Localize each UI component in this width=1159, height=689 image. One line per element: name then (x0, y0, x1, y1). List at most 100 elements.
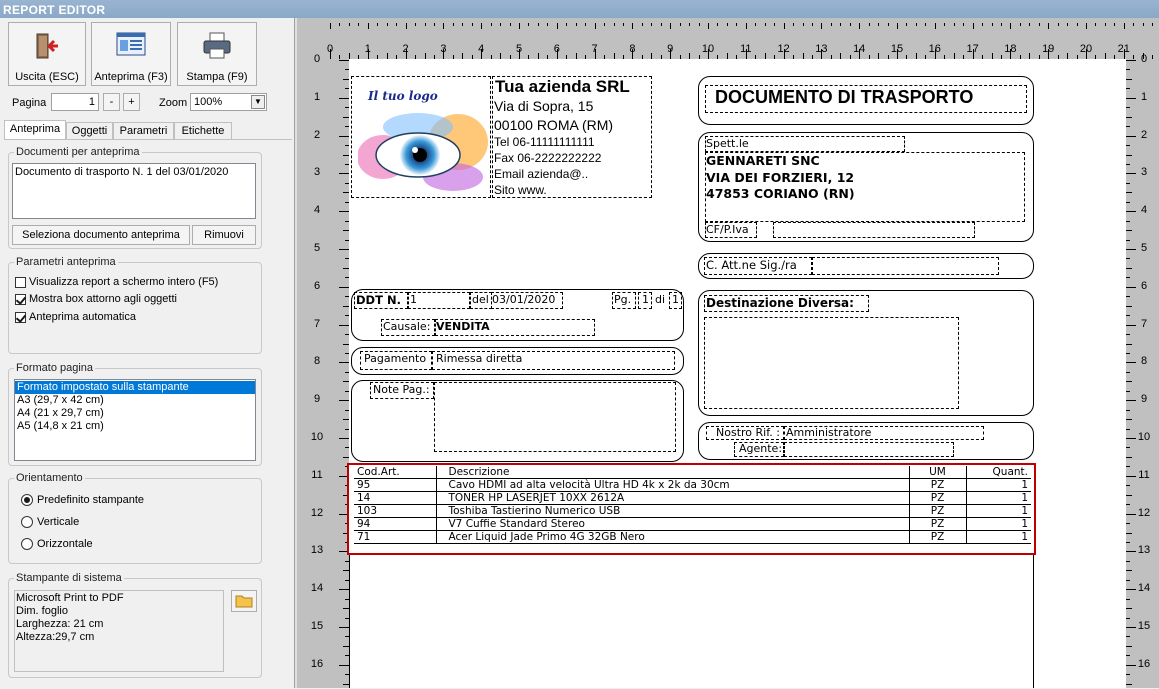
preview-button[interactable]: Anteprima (F3) (91, 22, 171, 86)
ruler-right-label: 14 (1137, 582, 1151, 595)
left-panel: Uscita (ESC) Anteprima (F3) Stampa (F9) … (0, 18, 296, 688)
ruler-tick (343, 78, 349, 80)
remove-button[interactable]: Rimuovi (192, 225, 256, 245)
ruler-tick (462, 53, 464, 59)
tab-parametri[interactable]: Parametri (113, 122, 174, 139)
radio-orizzontale-label: Orizzontale (37, 538, 93, 550)
ruler-tick (1067, 23, 1069, 26)
page-right-border (1033, 555, 1034, 688)
pg-total: 1 (672, 293, 679, 306)
page-minus-button[interactable]: - (103, 93, 120, 111)
tab-anteprima[interactable]: Anteprima (4, 120, 66, 140)
ruler-tick (717, 23, 719, 26)
ruler-tick (339, 589, 349, 591)
ruler-tick (944, 55, 946, 59)
table-cell: 1 (965, 478, 1031, 492)
list-item[interactable]: A4 (21 x 29,7 cm) (15, 407, 255, 420)
ruler-tick (717, 55, 719, 59)
ruler-tick (991, 53, 993, 59)
causale-value: VENDITA (436, 320, 490, 333)
select-document-button[interactable]: Seleziona documento anteprima (12, 225, 190, 245)
ruler-left-label: 12 (310, 506, 324, 519)
radio-orizzontale[interactable] (21, 538, 33, 550)
zoom-select[interactable]: 100% ▼ (190, 93, 267, 111)
page-plus-button[interactable]: + (123, 93, 140, 111)
ruler-tick (859, 23, 861, 29)
auto-preview-checkbox[interactable] (15, 312, 26, 323)
ruler-tick (348, 23, 350, 26)
fullscreen-checkbox[interactable] (15, 277, 26, 288)
ruler-tick (982, 23, 984, 26)
ruler-tick (887, 55, 889, 59)
ruler-tick (345, 163, 349, 165)
ruler-tick (345, 201, 349, 203)
paper-height: Altezza:29,7 cm (16, 631, 95, 643)
tab-etichette[interactable]: Etichette (174, 122, 232, 139)
ruler-tick (1126, 182, 1130, 184)
ruler-tick (339, 249, 349, 250)
agente-label: Agente: (739, 442, 783, 455)
ruler-tick (509, 55, 511, 59)
docs-list[interactable]: Documento di trasporto N. 1 del 03/01/20… (12, 163, 256, 219)
table-cell: 94 (354, 517, 436, 531)
ruler-tick (343, 267, 349, 269)
ruler-tick (1126, 97, 1136, 99)
ruler-right-label: 3 (1140, 166, 1148, 179)
format-group: Formato pagina Formato impostato sulla s… (8, 362, 262, 466)
radio-predefinito[interactable] (21, 494, 33, 506)
payment-value: Rimessa diretta (436, 352, 523, 365)
format-list[interactable]: Formato impostato sulla stampante A3 (29… (14, 379, 256, 461)
ruler-tick (849, 23, 851, 26)
ruler-tick (1126, 617, 1130, 619)
list-item[interactable]: A5 (14,8 x 21 cm) (15, 420, 255, 433)
ruler-tick (339, 286, 349, 288)
ruler-tick (726, 53, 728, 59)
di-label: di (655, 293, 666, 306)
page-input[interactable]: 1 (51, 93, 99, 111)
print-button[interactable]: Stampa (F9) (177, 22, 257, 86)
exit-door-icon (32, 31, 62, 64)
ruler-tick (679, 55, 681, 59)
dropdown-arrow-icon[interactable]: ▼ (251, 95, 265, 109)
zoom-label: Zoom (159, 97, 188, 109)
ruler-tick (1000, 55, 1002, 59)
ruler-left-label: 6 (313, 279, 321, 292)
ruler-tick (345, 145, 349, 147)
ruler-tick (1057, 55, 1059, 59)
ruler-tick (670, 49, 672, 59)
ruler-tick (802, 53, 804, 59)
pg-label: Pg. (614, 293, 632, 306)
notes-value-frame (434, 382, 676, 452)
show-boxes-checkbox[interactable] (15, 294, 26, 305)
tab-oggetti[interactable]: Oggetti (66, 122, 113, 139)
ruler-tick (1126, 107, 1130, 109)
ruler-right-label: 13 (1137, 544, 1151, 557)
ruler-tick (972, 49, 974, 59)
radio-verticale[interactable] (21, 516, 33, 528)
list-item[interactable]: Formato impostato sulla stampante (15, 381, 255, 394)
ruler-tick (339, 400, 349, 402)
ruler-tick (1126, 466, 1130, 468)
company-city: 00100 ROMA (RM) (494, 117, 614, 133)
ruler-tick (670, 23, 672, 29)
ruler-tick (339, 135, 349, 137)
ruler-tick (1086, 49, 1087, 59)
docs-group-title: Documenti per anteprima (14, 146, 142, 158)
ruler-tick (1104, 53, 1106, 59)
paper-size-label: Dim. foglio (16, 605, 68, 617)
ruler-tick (1126, 343, 1132, 345)
list-item[interactable]: Documento di trasporto N. 1 del 03/01/20… (13, 166, 255, 179)
ruler-tick (793, 55, 795, 59)
ruler-right-label: 9 (1140, 393, 1148, 406)
exit-button[interactable]: Uscita (ESC) (8, 22, 86, 86)
ruler-tick (585, 55, 587, 59)
ruler-tick (367, 49, 369, 59)
list-item[interactable]: A3 (29,7 x 42 cm) (15, 394, 255, 407)
company-tel: Tel 06-11111111111 (494, 135, 595, 149)
ruler-left-label: 16 (310, 657, 324, 670)
docs-group: Documenti per anteprima Documento di tra… (8, 146, 262, 249)
table-header-cell: Quant. (965, 466, 1031, 479)
ruler-tick (585, 23, 587, 26)
ruler-tick (345, 239, 349, 241)
select-printer-button[interactable] (231, 590, 257, 612)
